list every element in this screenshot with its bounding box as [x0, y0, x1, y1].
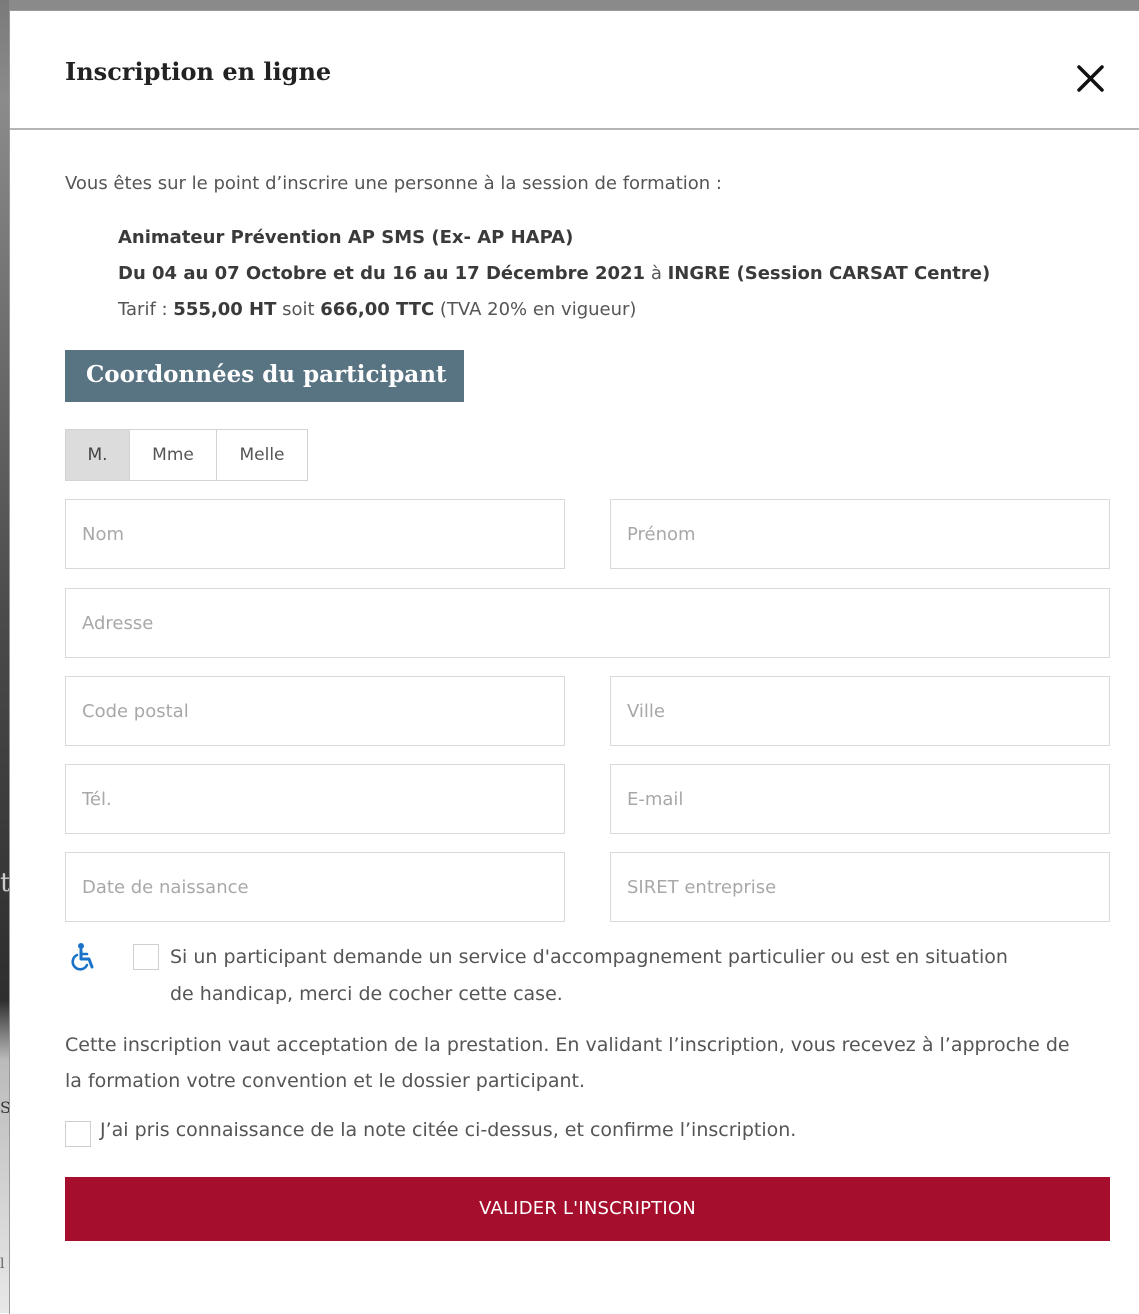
session-info: Animateur Prévention AP SMS (Ex- AP HAPA… [118, 220, 990, 328]
civility-option-m[interactable]: M. [66, 430, 129, 480]
section-title: Coordonnées du participant [65, 350, 464, 402]
civility-option-melle[interactable]: Melle [216, 430, 307, 480]
background-fragment: t [0, 868, 9, 898]
civility-selector: M. Mme Melle [65, 429, 308, 481]
acceptance-note: Cette inscription vaut acceptation de la… [65, 1034, 1070, 1092]
email-input[interactable] [610, 764, 1110, 834]
intro-text: Vous êtes sur le point d’inscrire une pe… [65, 173, 722, 194]
session-name: Animateur Prévention AP SMS (Ex- AP HAPA… [118, 227, 574, 248]
tva-note: (TVA 20% en vigueur) [434, 299, 637, 320]
session-at: à [645, 263, 668, 284]
siret-input[interactable] [610, 852, 1110, 922]
handicap-text: Si un participant demande un service d'a… [170, 946, 1008, 1005]
confirm-label: J’ai pris connaissance de la note citée … [100, 1119, 797, 1141]
wheelchair-icon [71, 943, 94, 971]
modal-title: Inscription en ligne [65, 57, 332, 86]
price-ttc: 666,00 TTC [320, 299, 435, 320]
tel-input[interactable] [65, 764, 565, 834]
code-postal-input[interactable] [65, 676, 565, 746]
nom-input[interactable] [65, 499, 565, 569]
session-dates: Du 04 au 07 Octobre et du 16 au 17 Décem… [118, 263, 646, 284]
close-icon[interactable] [1074, 61, 1108, 95]
registration-modal: Inscription en ligne Vous êtes sur le po… [9, 10, 1139, 1314]
background-fragment: S [0, 1098, 9, 1117]
price-soit: soit [276, 299, 321, 320]
background-fragment: l [0, 1256, 5, 1272]
prenom-input[interactable] [610, 499, 1110, 569]
submit-button[interactable]: VALIDER L'INSCRIPTION [65, 1177, 1110, 1241]
price-ht: 555,00 HT [173, 299, 277, 320]
date-naissance-input[interactable] [65, 852, 565, 922]
adresse-input[interactable] [65, 588, 1110, 658]
civility-option-mme[interactable]: Mme [129, 430, 216, 480]
confirm-checkbox[interactable] [65, 1121, 91, 1147]
tarif-label: Tarif : [118, 299, 174, 320]
modal-header: Inscription en ligne [10, 11, 1139, 130]
background-page-top [0, 0, 1139, 10]
ville-input[interactable] [610, 676, 1110, 746]
handicap-checkbox[interactable] [133, 944, 159, 970]
session-location: INGRE (Session CARSAT Centre) [667, 263, 991, 284]
